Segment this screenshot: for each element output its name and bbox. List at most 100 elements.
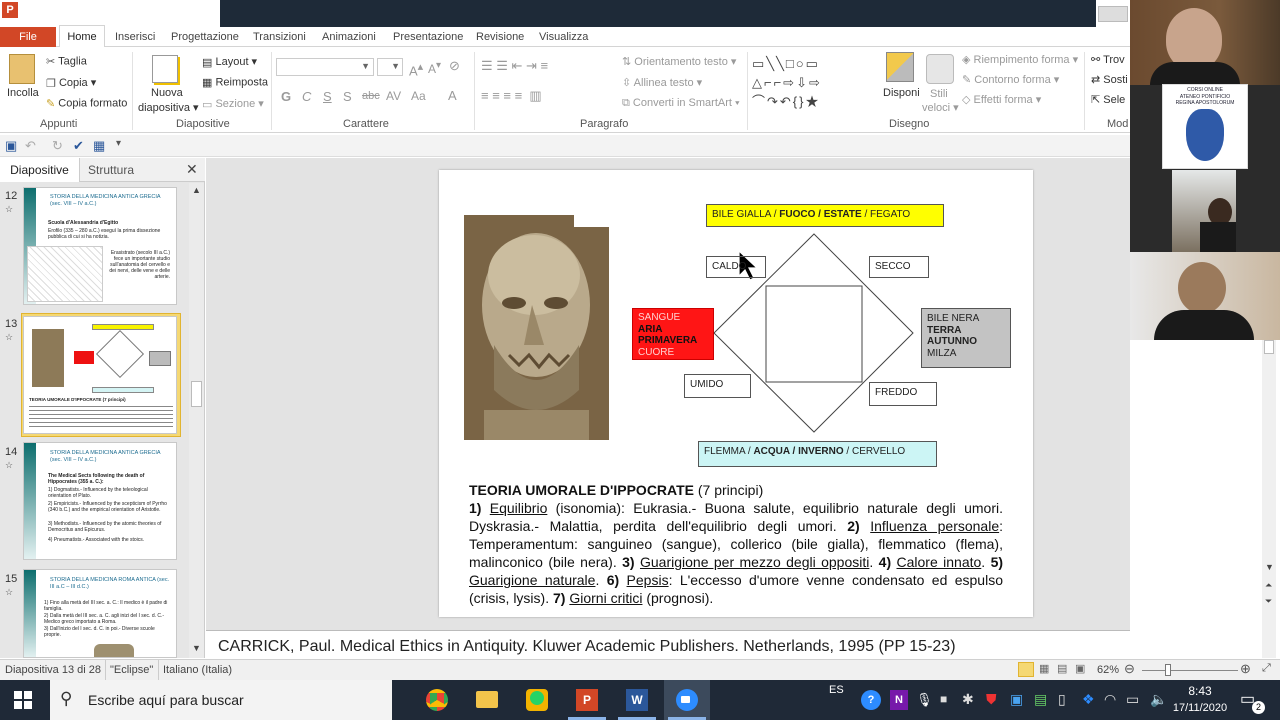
tab-home[interactable]: Home: [59, 25, 105, 48]
font-size-select[interactable]: ▼: [377, 58, 403, 76]
dropbox-icon[interactable]: ❖: [1082, 691, 1095, 708]
slideshow-icon[interactable]: ▣: [1075, 662, 1085, 675]
zoom-level[interactable]: 62%: [1097, 664, 1119, 676]
replace-button[interactable]: ⇄ Sosti: [1091, 73, 1128, 86]
start-slideshow-icon[interactable]: ▦: [93, 138, 105, 154]
security-icon[interactable]: ⛊: [986, 691, 997, 708]
monitor-icon[interactable]: ▣: [1010, 691, 1023, 708]
font-name-select[interactable]: ▼: [276, 58, 374, 76]
format-painter-button[interactable]: ✎ Copia formato: [46, 97, 127, 110]
tab-revisione[interactable]: Revisione: [476, 27, 524, 47]
arrange-icon[interactable]: [886, 52, 914, 82]
panel-scrollbar[interactable]: ▲ ▼: [189, 183, 204, 658]
language-status[interactable]: Italiano (Italia): [163, 664, 232, 676]
slide-thumbnail[interactable]: STORIA DELLA MEDICINA ROMA ANTICA (sec. …: [23, 569, 177, 658]
box-sangue[interactable]: SANGUE ARIA PRIMAVERA CUORE: [632, 308, 714, 360]
bullets-icon[interactable]: ☰ ☰ ⇤ ⇥ ≡: [481, 58, 548, 74]
new-slide-icon[interactable]: [152, 55, 178, 83]
slide-thumbnail[interactable]: STORIA DELLA MEDICINA ANTICA GRECIA (sec…: [23, 187, 177, 305]
participant-logo-tile[interactable]: CORSI ONLINE ATENEO PONTIFICIO REGINA AP…: [1162, 84, 1248, 169]
zoom-in-icon[interactable]: ⊕: [1240, 661, 1251, 677]
undo-icon[interactable]: ↶: [25, 138, 36, 154]
quick-styles-label[interactable]: Stili: [930, 88, 948, 100]
scroll-down-icon[interactable]: ▼: [1265, 562, 1274, 572]
microphone-icon[interactable]: 🎙: [916, 692, 933, 708]
participant-video-tile[interactable]: [1172, 170, 1236, 252]
select-button[interactable]: ⇱ Sele: [1091, 93, 1125, 106]
chrome-icon[interactable]: [426, 689, 448, 711]
shapes-gallery[interactable]: ▭╲╲□○▭ △⌐⌐⇨⇩⇨ ⌒↷↶{}★: [752, 54, 876, 112]
align-text-button[interactable]: ⇳ Allinea testo ▾: [622, 76, 702, 89]
notes-pane[interactable]: CARRICK, Paul. Medical Ethics in Antiqui…: [206, 630, 1130, 658]
input-language[interactable]: ES: [829, 684, 844, 696]
quick-styles-icon[interactable]: [926, 54, 954, 84]
label-freddo[interactable]: FREDDO: [869, 382, 937, 406]
participant-video-tile[interactable]: [1130, 252, 1280, 340]
battery-icon[interactable]: ▭: [1126, 691, 1139, 708]
slide-sorter-icon[interactable]: ▦: [1039, 662, 1049, 675]
slide-heading[interactable]: TEORIA UMORALE D'IPPOCRATE (7 principi): [469, 481, 1003, 499]
tab-progettazione[interactable]: Progettazione: [171, 27, 239, 47]
scroll-thumb[interactable]: [191, 381, 202, 407]
label-umido[interactable]: UMIDO: [684, 374, 751, 398]
shape-outline-button[interactable]: ✎ Contorno forma ▾: [962, 73, 1059, 86]
powerpoint-icon[interactable]: P: [2, 2, 18, 18]
spacing-button[interactable]: AV: [386, 89, 401, 103]
restore-icon[interactable]: [1098, 6, 1128, 22]
copy-button[interactable]: ❐ Copia ▾: [46, 76, 96, 90]
smartart-button[interactable]: ⧉ Converti in SmartArt ▾: [622, 97, 740, 110]
customize-qat-icon[interactable]: ▾: [116, 138, 121, 149]
paste-icon[interactable]: [9, 54, 35, 84]
camera-icon[interactable]: ■: [940, 692, 947, 706]
zoom-slider-thumb[interactable]: [1165, 664, 1171, 676]
slide-thumbnail-selected[interactable]: TEORIA UMORALE D'IPPOCRATE (7 principi): [23, 316, 177, 434]
label-caldo[interactable]: CALDO: [706, 256, 766, 278]
case-button[interactable]: Aa: [411, 89, 426, 103]
reset-button[interactable]: ▦ Reimposta: [202, 76, 268, 89]
fit-slide-icon[interactable]: ⤢: [1262, 662, 1271, 675]
slide-thumbnail[interactable]: STORIA DELLA MEDICINA ANTICA GRECIA (sec…: [23, 442, 177, 560]
clock-time[interactable]: 8:43: [1176, 684, 1224, 698]
next-slide-icon[interactable]: ⏷: [1265, 596, 1272, 607]
box-bile-nera[interactable]: BILE NERA TERRA AUTUNNO MILZA: [921, 308, 1011, 368]
zoom-slider[interactable]: [1142, 670, 1238, 671]
text-direction-button[interactable]: ⇅ Orientamento testo ▾: [622, 55, 736, 68]
strike-button[interactable]: abc: [362, 90, 380, 102]
italic-button[interactable]: C: [302, 89, 311, 104]
normal-view-icon[interactable]: [1018, 662, 1034, 677]
scroll-down-icon[interactable]: ▼: [192, 643, 201, 653]
wifi-icon[interactable]: ◠: [1104, 691, 1116, 708]
quick-styles-label-2[interactable]: veloci ▾: [922, 101, 959, 114]
arrange-button[interactable]: Disponi: [883, 87, 920, 99]
grow-font-button[interactable]: A▴: [409, 60, 423, 78]
layout-button[interactable]: ▤ Layout ▾: [202, 55, 257, 69]
zoom-out-icon[interactable]: ⊖: [1124, 661, 1135, 677]
clock-date[interactable]: 17/11/2020: [1158, 702, 1242, 714]
new-slide-label[interactable]: Nuova: [151, 87, 183, 99]
windows-start-icon[interactable]: [14, 691, 32, 709]
tab-diapositive[interactable]: Diapositive: [0, 158, 80, 182]
powerpoint-taskbar-icon[interactable]: P: [576, 689, 598, 711]
zoom-app-icon[interactable]: [676, 689, 698, 711]
tab-visualizza[interactable]: Visualizza: [539, 27, 588, 47]
label-secco[interactable]: SECCO: [869, 256, 929, 278]
shrink-font-button[interactable]: A▾: [428, 60, 441, 76]
save-icon[interactable]: ▣: [5, 138, 17, 154]
cut-button[interactable]: ✂ Taglia: [46, 55, 87, 68]
network-icon[interactable]: ▤: [1034, 691, 1047, 708]
tab-struttura[interactable]: Struttura: [88, 158, 134, 182]
tab-animazioni[interactable]: Animazioni: [322, 27, 376, 47]
bold-button[interactable]: G: [281, 89, 291, 104]
shape-fill-button[interactable]: ◈ Riempimento forma ▾: [962, 53, 1078, 66]
section-button[interactable]: ▭ Sezione ▾: [202, 97, 264, 111]
box-bile-gialla[interactable]: BILE GIALLA / FUOCO / ESTATE / FEGATO: [706, 204, 944, 227]
reading-view-icon[interactable]: ▤: [1057, 662, 1067, 675]
paste-button[interactable]: Incolla: [7, 87, 39, 99]
align-icon[interactable]: ≡ ≡ ≡ ≡ ▥: [481, 88, 542, 104]
shape-effects-button[interactable]: ◇ Effetti forma ▾: [962, 93, 1041, 106]
file-explorer-icon[interactable]: [476, 691, 498, 708]
taskbar-search-box[interactable]: ⚲ Escribe aquí para buscar: [50, 680, 392, 720]
redo-icon[interactable]: ↻: [52, 138, 63, 154]
onenote-icon[interactable]: N: [890, 690, 908, 710]
tab-presentazione[interactable]: Presentazione: [393, 27, 463, 47]
